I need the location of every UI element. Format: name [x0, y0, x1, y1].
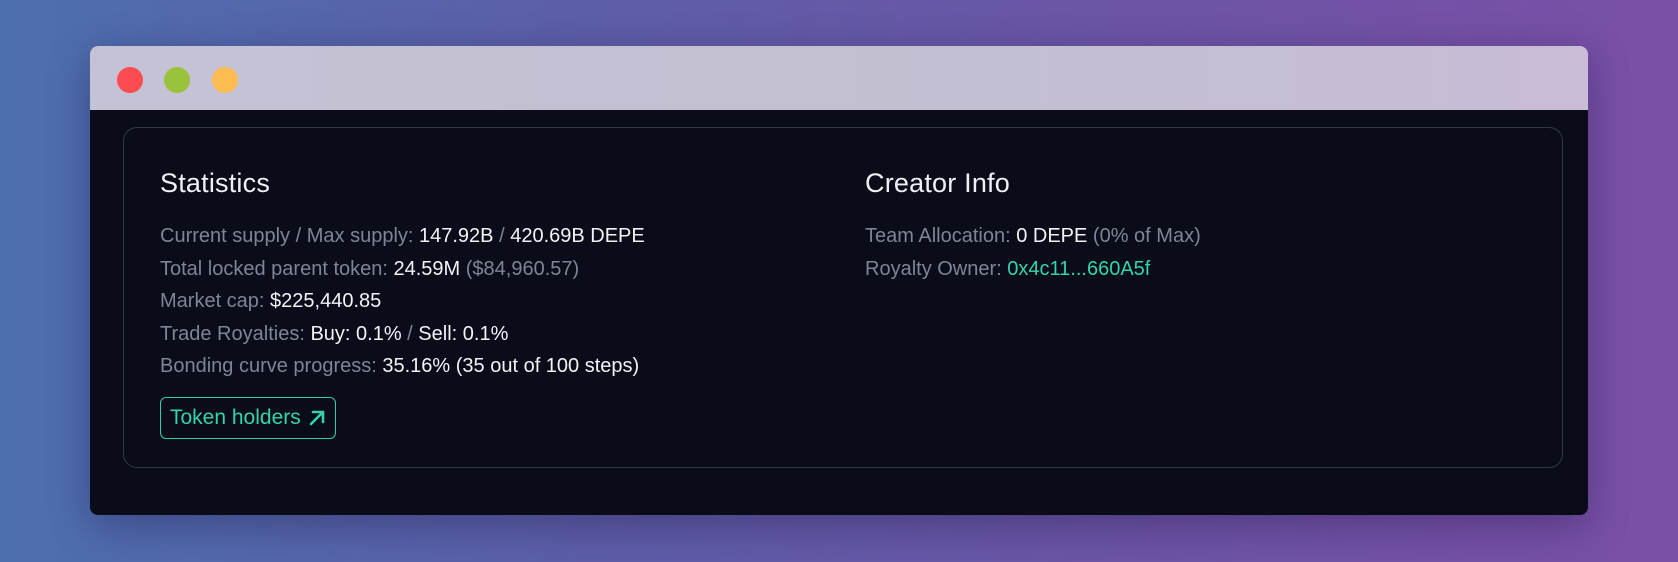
royalties-sell-value: Sell: 0.1% [418, 322, 509, 345]
arrow-up-right-icon [309, 410, 325, 425]
team-allocation-label: Team Allocation: [865, 225, 1011, 247]
maximize-window-button[interactable] [212, 67, 238, 93]
royalties-buy-value: Buy: 0.1% [310, 322, 402, 345]
team-allocation-pct: (0% of Max) [1092, 225, 1201, 247]
page-content: Statistics Current supply / Max supply: … [90, 110, 1588, 515]
team-allocation-value: 0 DEPE [1016, 225, 1088, 247]
team-allocation-row: Team Allocation: 0 DEPE (0% of Max) [865, 220, 1201, 253]
royalties-separator: / [407, 322, 413, 345]
bonding-label: Bonding curve progress: [160, 355, 377, 377]
browser-window: Statistics Current supply / Max supply: … [90, 46, 1588, 515]
royalty-owner-address-link[interactable]: 0x4c11...660A5f [1007, 258, 1150, 280]
supply-label: Current supply / Max supply: [160, 225, 414, 247]
minimize-window-button[interactable] [164, 67, 190, 93]
statistics-section: Statistics Current supply / Max supply: … [160, 166, 645, 439]
max-supply-value: 420.69B DEPE [510, 225, 645, 247]
token-info-card: Statistics Current supply / Max supply: … [123, 127, 1563, 468]
locked-label: Total locked parent token: [160, 257, 388, 280]
close-window-button[interactable] [117, 67, 143, 93]
token-holders-label: Token holders [170, 405, 301, 429]
current-supply-value: 147.92B [419, 225, 494, 247]
window-titlebar [90, 46, 1588, 110]
royalties-label: Trade Royalties: [160, 322, 305, 345]
token-holders-button[interactable]: Token holders [160, 396, 336, 439]
locked-value: 24.59M [393, 257, 461, 280]
bonding-curve-row: Bonding curve progress: 35.16% (35 out o… [160, 350, 645, 383]
locked-usd-value: ($84,960.57) [465, 257, 580, 280]
royalty-owner-label: Royalty Owner: [865, 257, 1002, 280]
creator-info-title: Creator Info [865, 168, 1010, 198]
royalties-row: Trade Royalties: Buy: 0.1% / Sell: 0.1% [160, 318, 645, 351]
market-cap-row: Market cap: $225,440.85 [160, 285, 645, 318]
market-cap-label: Market cap: [160, 290, 265, 312]
locked-token-row: Total locked parent token: 24.59M ($84,9… [160, 253, 645, 286]
supply-separator: / [499, 225, 505, 247]
market-cap-value: $225,440.85 [270, 290, 382, 312]
royalty-owner-row: Royalty Owner: 0x4c11...660A5f [865, 253, 1201, 286]
creator-info-section: Creator Info Team Allocation: 0 DEPE (0%… [865, 166, 1201, 285]
bonding-value: 35.16% (35 out of 100 steps) [382, 355, 640, 377]
supply-row: Current supply / Max supply: 147.92B / 4… [160, 220, 645, 253]
statistics-title: Statistics [160, 168, 271, 198]
